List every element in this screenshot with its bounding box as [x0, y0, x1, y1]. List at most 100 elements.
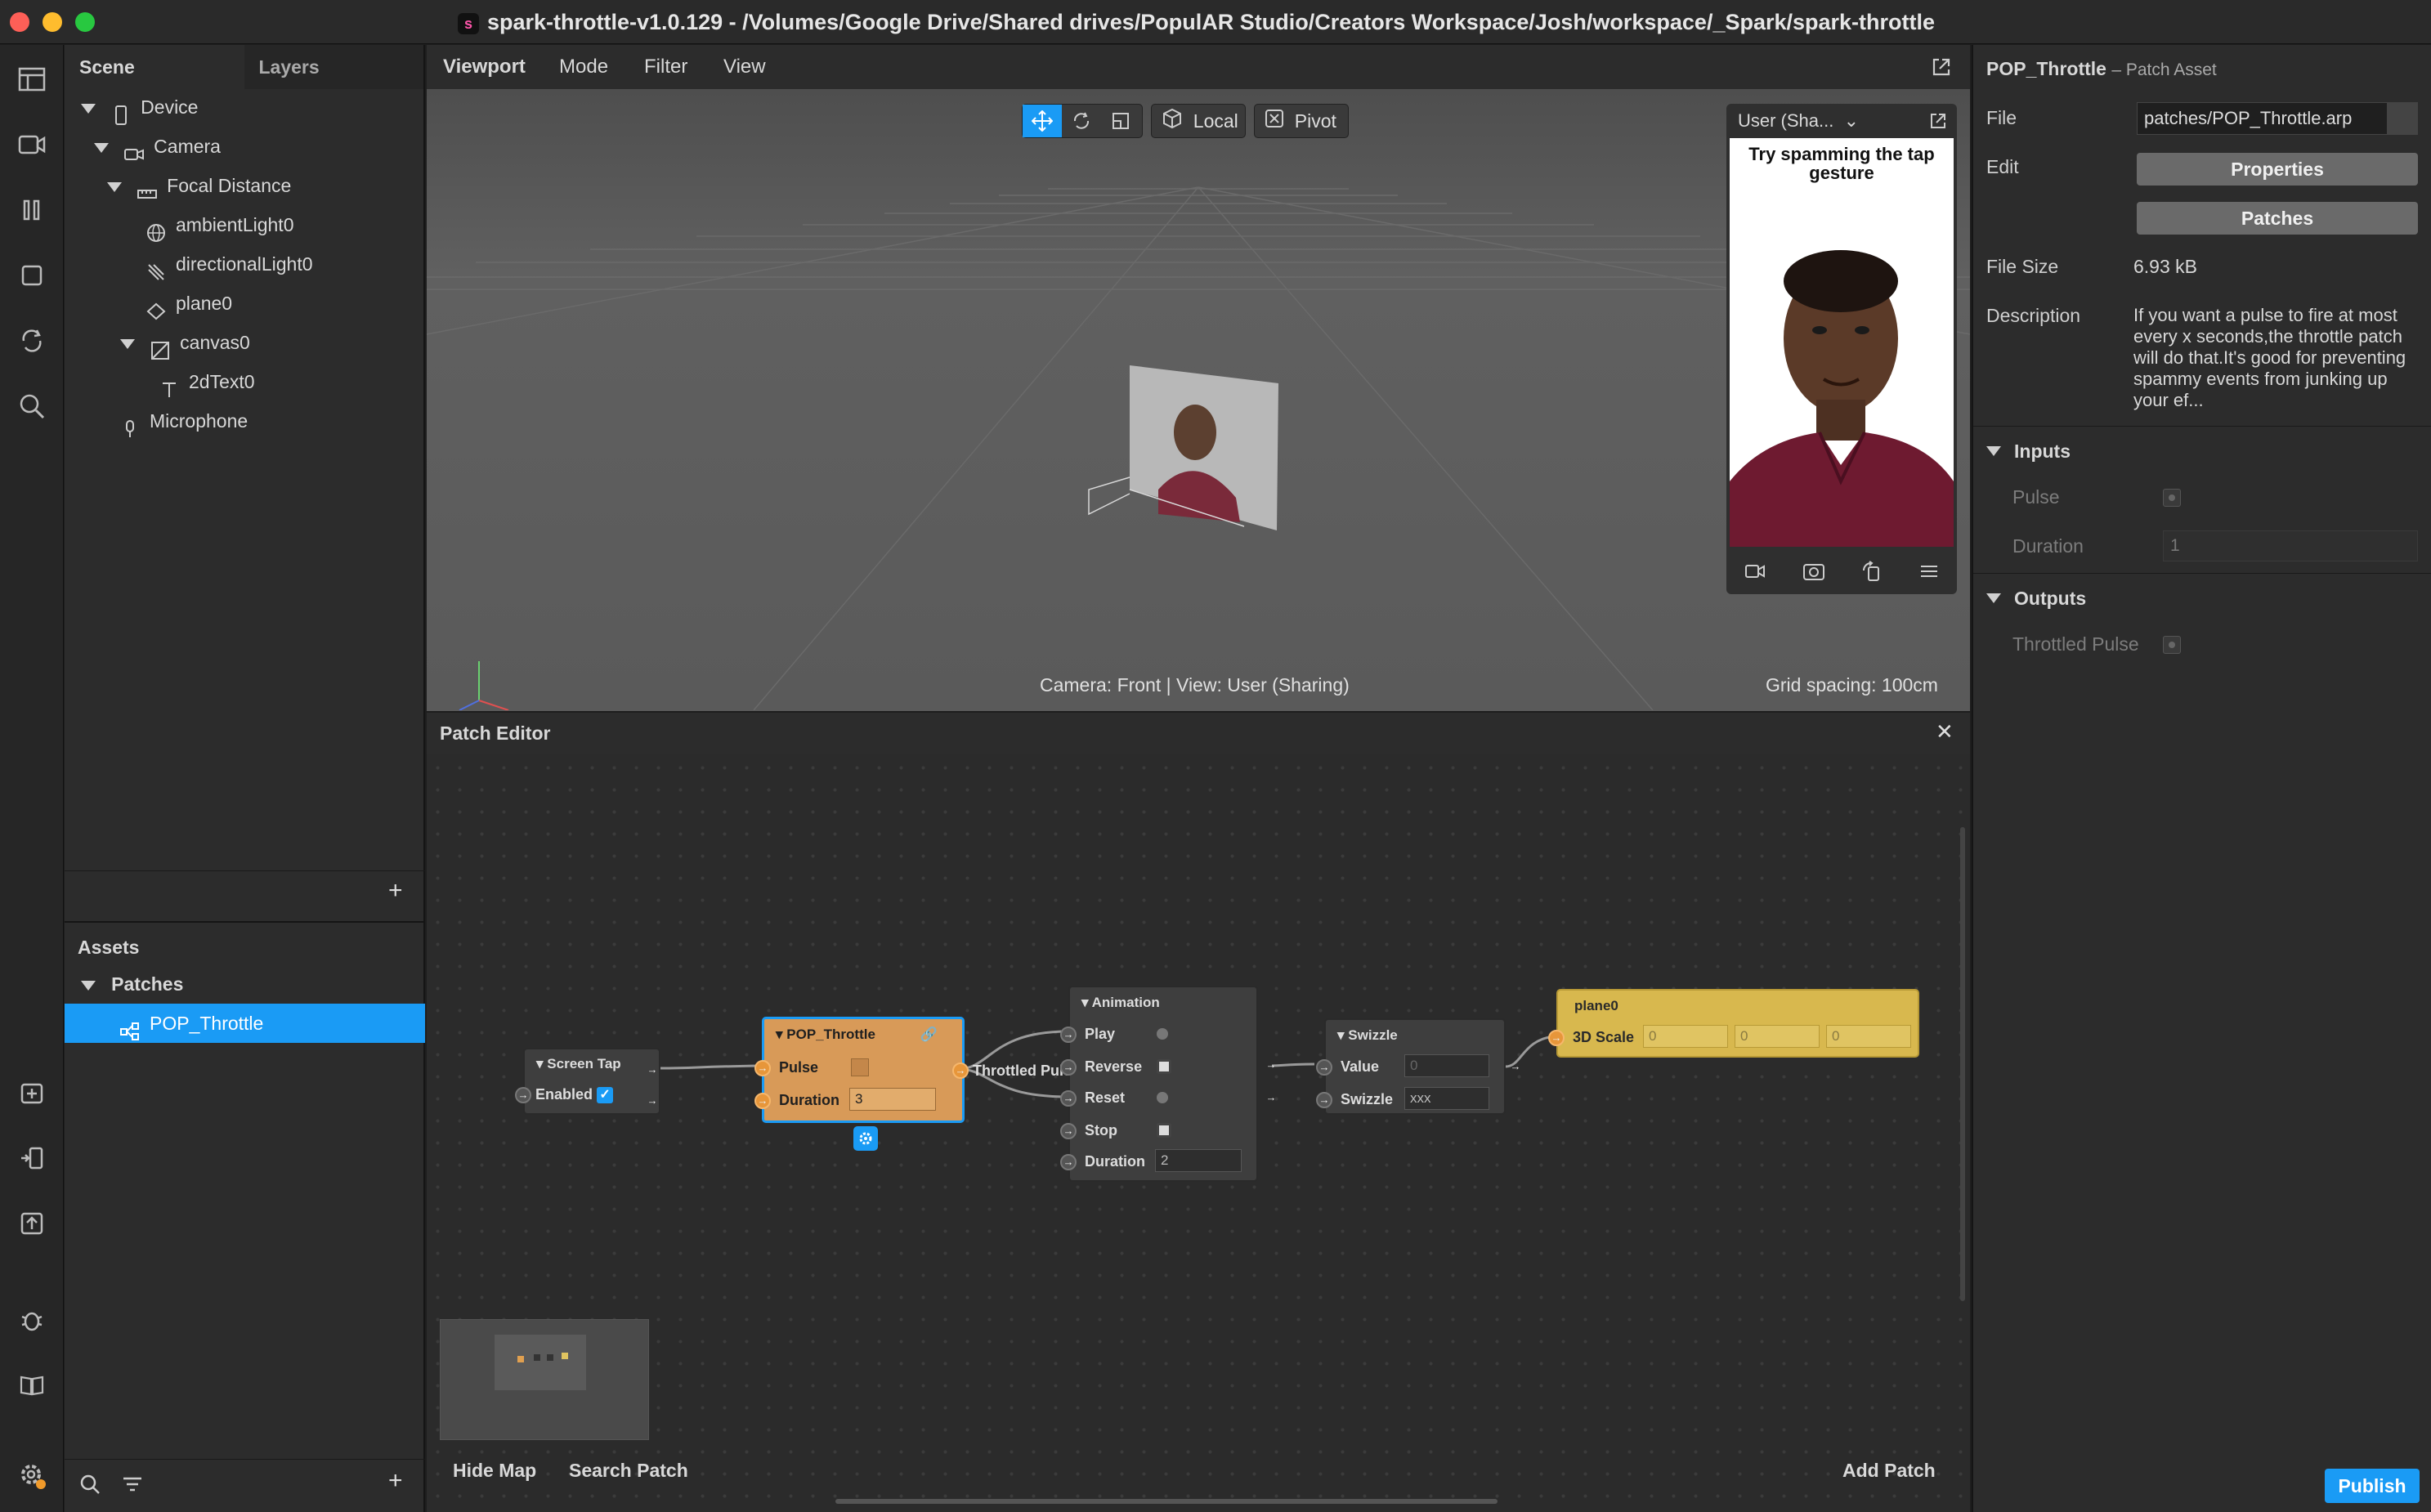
node-pop-throttle[interactable]: ▾ POP_Throttle 🔗 → Pulse → Duration 3 → [754, 1017, 969, 1123]
gear-icon[interactable] [853, 1126, 878, 1151]
video-icon[interactable] [1744, 562, 1766, 584]
bug-icon[interactable] [16, 1304, 48, 1336]
add-asset-icon[interactable]: + [388, 1467, 403, 1495]
input-port[interactable]: → [754, 1093, 771, 1110]
input-port[interactable]: → [1316, 1092, 1332, 1109]
tree-item-directionallight0[interactable]: directionalLight0 [65, 244, 425, 284]
layout-icon[interactable] [16, 63, 48, 96]
tab-scene[interactable]: Scene [65, 45, 244, 89]
animation-duration-field[interactable]: 2 [1155, 1149, 1242, 1172]
input-port[interactable]: → [1060, 1123, 1077, 1140]
collapse-arrow-icon[interactable] [1986, 446, 2001, 456]
node-plane0[interactable]: plane0 → 3D Scale 0 0 0 [1548, 989, 1919, 1058]
output-port[interactable]: → [1263, 1090, 1279, 1107]
inputs-section[interactable]: Inputs [1973, 426, 2431, 475]
input-port[interactable]: → [1316, 1059, 1332, 1076]
assets-group-patches[interactable]: Patches [65, 964, 425, 1004]
menu-viewport[interactable]: Viewport [443, 45, 526, 89]
collapse-arrow-icon[interactable]: ▾ [1337, 1027, 1345, 1043]
node-screen-tap[interactable]: ▾ Screen Tap → Enabled ✓ → → [515, 1048, 660, 1115]
tree-item-device[interactable]: Device [65, 87, 425, 127]
search-icon[interactable] [16, 390, 48, 423]
add-object-icon[interactable]: + [388, 877, 403, 905]
local-button[interactable]: Local [1151, 104, 1246, 138]
collapse-arrow-icon[interactable]: ▾ [536, 1056, 544, 1071]
input-port[interactable]: → [1060, 1154, 1077, 1171]
add-patch-button[interactable]: Add Patch [1842, 1460, 1936, 1482]
patches-button[interactable]: Patches [2137, 202, 2418, 235]
input-port[interactable]: → [1060, 1090, 1077, 1107]
external-window-icon[interactable] [1931, 56, 1952, 82]
scale-y-field[interactable]: 0 [1735, 1025, 1820, 1048]
upload-icon[interactable] [16, 1207, 48, 1240]
expand-arrow-icon[interactable] [107, 181, 122, 192]
outputs-section[interactable]: Outputs [1973, 573, 2431, 622]
input-port[interactable]: → [1060, 1027, 1077, 1044]
expand-arrow-icon[interactable] [81, 980, 96, 991]
expand-arrow-icon[interactable] [94, 142, 109, 153]
scale-x-field[interactable]: 0 [1643, 1025, 1728, 1048]
input-port[interactable]: → [1060, 1059, 1077, 1076]
output-port[interactable]: → [644, 1094, 660, 1111]
enabled-checkbox[interactable]: ✓ [597, 1087, 614, 1104]
duration-field[interactable]: 3 [849, 1088, 936, 1111]
scale-tool-icon[interactable] [1101, 105, 1140, 137]
menu-mode[interactable]: Mode [559, 45, 608, 89]
camera-switch-icon[interactable] [1802, 561, 1825, 586]
asset-item-pop-throttle[interactable]: POP_Throttle [65, 1004, 425, 1043]
collapse-arrow-icon[interactable]: ▾ [776, 1027, 783, 1042]
pause-icon[interactable] [16, 194, 48, 226]
tree-item-canvas0[interactable]: canvas0 [65, 323, 425, 362]
settings-icon[interactable] [16, 1459, 48, 1492]
search-patch-button[interactable]: Search Patch [569, 1460, 688, 1482]
menu-view[interactable]: View [723, 45, 766, 89]
node-animation[interactable]: ▾ Animation → Play → Reverse → Reset → S… [1060, 986, 1277, 1182]
scale-z-field[interactable]: 0 [1826, 1025, 1911, 1048]
vertical-scrollbar[interactable] [1960, 827, 1965, 1301]
output-port[interactable]: → [644, 1062, 660, 1080]
send-to-device-icon[interactable] [16, 1142, 48, 1174]
swizzle-value-field[interactable]: 0 [1404, 1054, 1489, 1077]
collapse-arrow-icon[interactable] [1986, 593, 2001, 603]
import-asset-icon[interactable] [16, 1076, 48, 1109]
search-assets-icon[interactable] [79, 1474, 101, 1499]
video-camera-icon[interactable] [16, 128, 48, 161]
input-port[interactable]: → [1548, 1030, 1565, 1047]
minimap-viewport[interactable] [495, 1335, 586, 1390]
output-port[interactable]: → [1507, 1059, 1524, 1076]
tree-item-camera[interactable]: Camera [65, 127, 425, 166]
expand-arrow-icon[interactable] [120, 338, 135, 349]
swizzle-pattern-field[interactable]: xxx [1404, 1087, 1489, 1110]
minimize-window-button[interactable] [43, 12, 62, 32]
publish-button[interactable]: Publish [2325, 1469, 2420, 1503]
input-port[interactable]: → [754, 1060, 771, 1077]
rotate-tool-icon[interactable] [1062, 105, 1101, 137]
tree-item-focal-distance[interactable]: Focal Distance [65, 166, 425, 205]
output-port[interactable]: → [1263, 1058, 1279, 1075]
tab-layers[interactable]: Layers [244, 45, 424, 89]
node-swizzle[interactable]: ▾ Swizzle → Value 0 → Swizzle xxx → [1316, 1018, 1521, 1115]
tree-item-microphone[interactable]: Microphone [65, 401, 425, 441]
tree-item-2dtext0[interactable]: 2dText0 [65, 362, 425, 401]
viewport[interactable]: Viewport Mode Filter View Local Pivot Us… [427, 45, 1970, 711]
menu-filter[interactable]: Filter [644, 45, 687, 89]
hide-map-button[interactable]: Hide Map [453, 1460, 536, 1482]
properties-button[interactable]: Properties [2137, 153, 2418, 186]
file-browse-button[interactable] [2387, 103, 2417, 134]
patch-minimap[interactable] [440, 1319, 649, 1440]
preview-screen[interactable]: Try spamming the tap gesture [1730, 138, 1954, 547]
file-path-field[interactable]: patches/POP_Throttle.arp [2137, 102, 2418, 135]
expand-arrow-icon[interactable] [81, 103, 96, 114]
horizontal-scrollbar[interactable] [835, 1499, 1498, 1504]
docs-icon[interactable] [16, 1369, 48, 1402]
collapse-arrow-icon[interactable]: ▾ [1081, 995, 1089, 1010]
preview-device-selector[interactable]: User (Sha... ⌄ [1738, 104, 1859, 138]
tree-item-ambientlight0[interactable]: ambientLight0 [65, 205, 425, 244]
close-window-button[interactable] [10, 12, 29, 32]
filter-icon[interactable] [122, 1475, 143, 1497]
popout-icon[interactable] [1929, 112, 1947, 134]
input-duration-field[interactable]: 1 [2163, 530, 2418, 561]
output-port[interactable]: → [952, 1062, 969, 1080]
stop-icon[interactable] [16, 259, 48, 292]
tree-item-plane0[interactable]: plane0 [65, 284, 425, 323]
